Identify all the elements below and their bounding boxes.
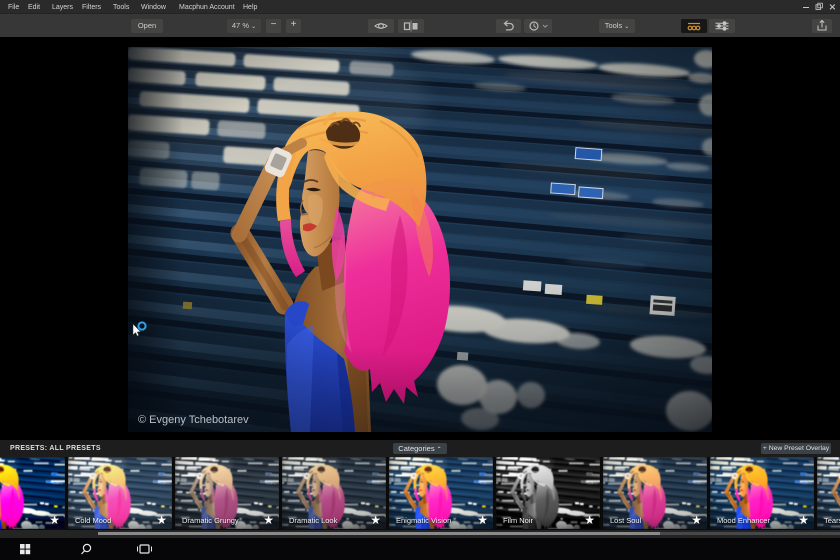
svg-text:© Evgeny Tchebotarev: © Evgeny Tchebotarev [138, 414, 249, 426]
